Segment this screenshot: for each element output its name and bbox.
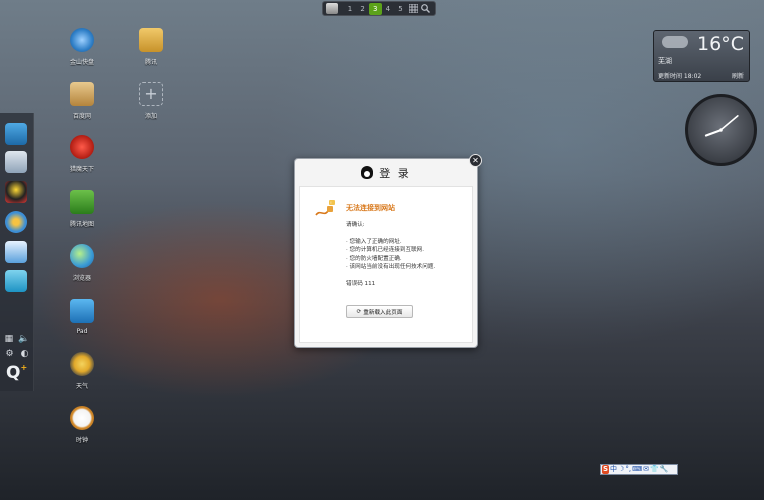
desktop-icon-add[interactable]: + 添加 [131, 82, 171, 120]
folder-icon [139, 28, 163, 52]
search-icon[interactable] [419, 3, 432, 15]
half-width-icon[interactable]: ☽ [618, 465, 624, 474]
game-icon [70, 135, 94, 159]
error-code: 错误码 111 [346, 280, 376, 287]
minute-hand [720, 115, 739, 131]
qzone-icon[interactable] [5, 270, 27, 292]
chinese-mode-icon[interactable]: 中 [610, 465, 617, 474]
theme-icon[interactable]: ◐ [21, 349, 29, 359]
grid-icon[interactable] [407, 3, 420, 15]
weather-icon [70, 352, 94, 376]
qq-icon[interactable] [5, 181, 27, 203]
add-icon: + [139, 82, 163, 106]
keyboard-icon[interactable]: ⌨ [632, 465, 642, 474]
desktop-icon-clock[interactable]: 时钟 [62, 406, 102, 444]
dialog-title: 登 录 [379, 166, 411, 180]
city-name: 芜湖 [658, 57, 672, 65]
hour-hand [704, 128, 723, 137]
svg-text:!: ! [330, 201, 331, 205]
refresh-icon: ⟳ [356, 308, 362, 315]
close-button[interactable]: ✕ [469, 154, 482, 167]
page-switcher: 1 2 3 4 5 [322, 1, 436, 16]
app-store-icon[interactable] [5, 123, 27, 145]
error-body: 请确认: · 您输入了正确的网址. · 您的计算机已经连接到互联网. · 您的防… [346, 221, 435, 288]
tools-icon[interactable]: 🔧 [660, 465, 669, 474]
check-item: · 您的防火墙配置正确. [346, 255, 402, 262]
disconnected-plug-icon: ! [315, 200, 335, 216]
error-title: 无法连接到网站 [346, 204, 395, 212]
page-1-button[interactable]: 1 [344, 3, 357, 15]
check-item: · 您输入了正确的网址. [346, 238, 402, 245]
music-icon[interactable] [5, 241, 27, 263]
q-start-icon[interactable]: Q+ [6, 363, 27, 383]
sogou-icon[interactable]: S [602, 465, 610, 474]
reload-label: 重新载入此页面 [363, 309, 403, 316]
dialog-content: ! 无法连接到网站 请确认: · 您输入了正确的网址. · 您的计算机已经连接到… [299, 186, 473, 343]
avatar-icon[interactable] [326, 3, 338, 14]
skin-icon[interactable]: 👕 [650, 465, 659, 474]
punctuation-icon[interactable]: °, [625, 465, 631, 474]
qq-penguin-icon [361, 166, 374, 179]
gear-icon[interactable]: ⚙ [6, 349, 14, 359]
clock-widget[interactable] [685, 94, 757, 166]
desktop-icon-tencent[interactable]: 腾讯 [131, 28, 171, 66]
reload-button[interactable]: ⟳ 重新载入此页面 [346, 305, 413, 318]
login-dialog: 登 录 ! 无法连接到网站 请确认: · 您输入了正确的网址. · 您的计算机已… [294, 158, 478, 348]
refresh-link[interactable]: 刷新 [732, 71, 744, 80]
desktop-icon-kuaipan[interactable]: 金山快盘 [62, 28, 102, 66]
desktop-icon-weather[interactable]: 天气 [62, 352, 102, 390]
check-item: · 该网站当前没有出现任何技术问题. [346, 264, 436, 270]
dialog-title-bar: 登 录 [295, 159, 477, 186]
desktop-icon-map[interactable]: 腾讯地图 [62, 190, 102, 228]
page-4-button[interactable]: 4 [382, 3, 395, 15]
flag-icon [70, 190, 94, 214]
check-item: · 您的计算机已经连接到互联网. [346, 247, 425, 253]
left-dock: ▦ 🔈 ⚙ ◐ Q+ [0, 113, 34, 391]
prompt-text: 请确认: [346, 222, 365, 228]
cloud-icon [70, 28, 94, 52]
ime-toolbar: S 中 ☽ °, ⌨ ✉ 👕 🔧 [600, 464, 678, 475]
cloud-icon [662, 36, 688, 48]
box-icon [70, 82, 94, 106]
globe-icon [70, 244, 94, 268]
volume-icon[interactable]: 🔈 [18, 334, 29, 344]
settings-icon[interactable]: ▦ [5, 334, 14, 344]
network-disk-icon[interactable] [5, 151, 27, 173]
browser-icon[interactable] [5, 211, 27, 233]
clock-icon [70, 406, 94, 430]
page-3-button[interactable]: 3 [368, 2, 382, 15]
desktop-icon-browser[interactable]: 浏览器 [62, 244, 102, 282]
desktop-icon-baidu[interactable]: 百度网 [62, 82, 102, 120]
page-2-button[interactable]: 2 [356, 3, 369, 15]
mail-icon[interactable]: ✉ [643, 465, 649, 474]
page-5-button[interactable]: 5 [394, 3, 407, 15]
desktop-icon-game[interactable]: 猎魔天下 [62, 135, 102, 173]
update-time: 更新时间 18:02 [658, 73, 702, 80]
pad-icon [70, 299, 94, 323]
weather-widget[interactable]: 16°C 芜湖 更新时间 18:02 刷新 [653, 30, 750, 82]
desktop-icon-pad[interactable]: Pad [62, 299, 102, 335]
temperature: 16°C [697, 33, 744, 55]
